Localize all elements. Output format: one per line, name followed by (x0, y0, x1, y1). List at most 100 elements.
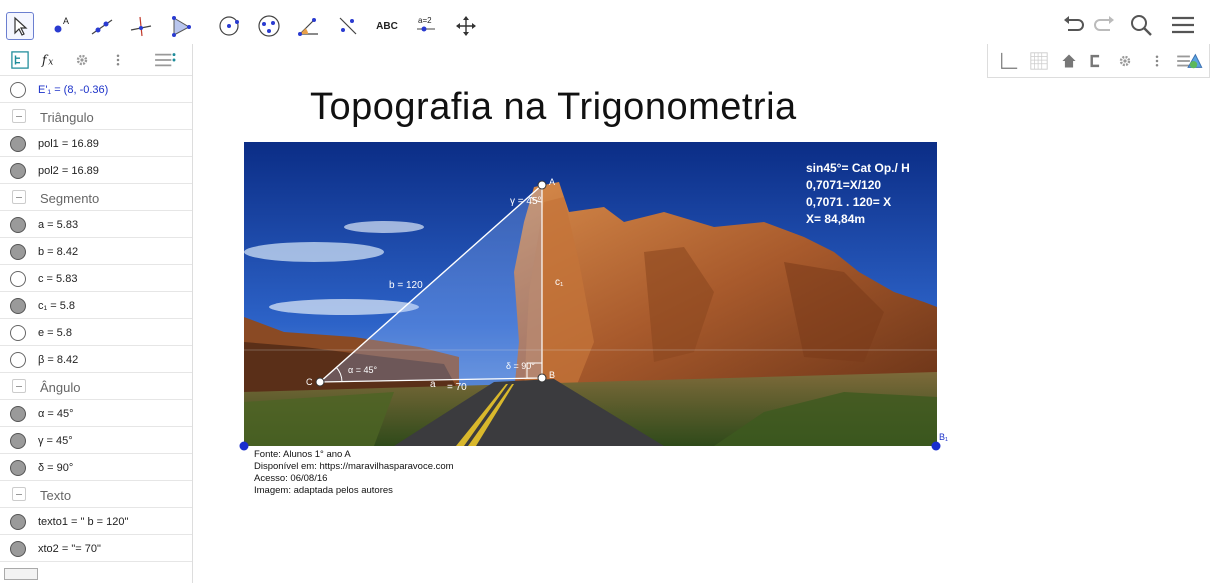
graphics-style-bar-toggle-icon[interactable] (1174, 50, 1204, 72)
home-icon[interactable] (1058, 50, 1080, 72)
visibility-toggle-icon[interactable] (10, 460, 26, 476)
visibility-toggle-icon[interactable] (10, 325, 26, 341)
corner-point-b1[interactable] (931, 441, 941, 451)
corner-point[interactable] (239, 441, 249, 451)
polygon-tool-icon[interactable] (167, 12, 195, 40)
algebra-item-value[interactable]: β = 8.42 (38, 354, 78, 366)
algebra-item[interactable]: xto2 = "= 70" (0, 535, 192, 562)
collapse-group-icon[interactable] (12, 379, 26, 393)
text-tool-icon[interactable]: ABC (372, 12, 402, 40)
algebra-view: fx E'₁ = (8, -0.36) Triângulo pol1 = 16.89… (0, 44, 193, 583)
algebra-item-value[interactable]: xto2 = "= 70" (38, 543, 101, 555)
visibility-toggle-icon[interactable] (10, 82, 26, 98)
visibility-toggle-icon[interactable] (10, 217, 26, 233)
algebra-item[interactable]: E'₁ = (8, -0.36) (0, 76, 192, 103)
point-tool-icon[interactable]: A (48, 12, 76, 40)
grid-toggle-icon[interactable] (1028, 50, 1050, 72)
side-a-length-label: = 70 (447, 382, 467, 393)
circle-center-point-tool-icon[interactable] (215, 12, 243, 40)
svg-text:x: x (48, 58, 53, 68)
angle-tool-icon[interactable] (295, 12, 323, 40)
algebra-item-value[interactable]: a = 5.83 (38, 219, 78, 231)
algebra-group-header[interactable]: Texto (0, 481, 192, 508)
algebra-item[interactable]: b = 8.42 (0, 238, 192, 265)
algebra-item-value[interactable]: α = 45° (38, 408, 74, 420)
algebra-item-value[interactable]: e = 5.8 (38, 327, 72, 339)
algebra-item[interactable]: a = 5.83 (0, 211, 192, 238)
ellipse-tool-icon[interactable] (255, 12, 283, 40)
visibility-toggle-icon[interactable] (10, 514, 26, 530)
graphics-view[interactable]: Topografia na Trigonometria A B C γ = 45… (194, 44, 1214, 583)
algebra-item[interactable]: e = 5.8 (0, 319, 192, 346)
keyboard-icon[interactable] (4, 568, 38, 580)
visibility-toggle-icon[interactable] (10, 298, 26, 314)
algebra-item-value[interactable]: E'₁ = (8, -0.36) (38, 84, 108, 96)
visibility-toggle-icon[interactable] (10, 271, 26, 287)
collapse-group-icon[interactable] (12, 487, 26, 501)
visibility-toggle-icon[interactable] (10, 163, 26, 179)
algebra-item[interactable]: pol2 = 16.89 (0, 157, 192, 184)
search-icon[interactable] (1126, 10, 1156, 40)
undo-icon[interactable] (1058, 10, 1088, 40)
side-c1-label: c₁ (555, 277, 564, 288)
algebra-group-label: Ângulo (40, 380, 81, 395)
algebra-item[interactable]: c₁ = 5.8 (0, 292, 192, 319)
visibility-toggle-icon[interactable] (10, 244, 26, 260)
algebra-item-value[interactable]: texto1 = " b = 120" (38, 516, 128, 528)
formula-line-3: 0,7071 . 120= X (806, 195, 891, 209)
graphics-settings-icon[interactable] (1114, 50, 1136, 72)
visibility-toggle-icon[interactable] (10, 541, 26, 557)
algebra-item-value[interactable]: pol2 = 16.89 (38, 165, 99, 177)
algebra-item[interactable]: α = 45° (0, 400, 192, 427)
algebra-style-bar-icon[interactable] (152, 50, 178, 70)
point-capturing-icon[interactable] (1084, 50, 1106, 72)
redo-icon[interactable] (1090, 10, 1120, 40)
algebra-item[interactable]: γ = 45° (0, 427, 192, 454)
geogebra-app: A ABC a=2 f x E'₁ = (8, -0.36) Triângulo… (0, 0, 1214, 583)
visibility-toggle-icon[interactable] (10, 352, 26, 368)
algebra-group-header[interactable]: Ângulo (0, 373, 192, 400)
point-b1-label: B₁ (939, 432, 949, 442)
algebra-item-value[interactable]: c₁ = 5.8 (38, 300, 75, 312)
caption-line: Fonte: Alunos 1° ano A (254, 449, 351, 460)
move-tool-icon[interactable] (6, 12, 34, 40)
algebra-group-label: Texto (40, 488, 72, 503)
algebra-item-value[interactable]: γ = 45° (38, 435, 73, 447)
reflect-tool-icon[interactable] (334, 12, 362, 40)
algebra-item[interactable]: c = 5.83 (0, 265, 192, 292)
algebra-item-value[interactable]: b = 8.42 (38, 246, 78, 258)
algebra-group-header[interactable]: Segmento (0, 184, 192, 211)
collapse-group-icon[interactable] (12, 190, 26, 204)
move-graphics-view-tool-icon[interactable] (452, 12, 480, 40)
perpendicular-line-tool-icon[interactable] (127, 12, 155, 40)
vertex-b-label: B (549, 370, 555, 380)
algebra-group-label: Segmento (40, 191, 100, 206)
page-title: Topografia na Trigonometria (310, 86, 797, 128)
visibility-toggle-icon[interactable] (10, 136, 26, 152)
algebra-item-value[interactable]: δ = 90° (38, 462, 73, 474)
input-function-icon[interactable]: fx (40, 50, 60, 70)
algebra-item[interactable]: δ = 90° (0, 454, 192, 481)
line-tool-icon[interactable] (88, 12, 116, 40)
axes-toggle-icon[interactable] (998, 50, 1020, 72)
algebra-item[interactable]: texto1 = " b = 120" (0, 508, 192, 535)
svg-text:a=2: a=2 (418, 16, 432, 25)
settings-gear-icon[interactable] (72, 50, 92, 70)
slider-tool-icon[interactable]: a=2 (412, 12, 440, 40)
caption-line: Acesso: 06/08/16 (254, 473, 328, 484)
algebra-group-header[interactable]: Triângulo (0, 103, 192, 130)
sort-tree-icon[interactable] (10, 50, 30, 70)
menu-icon[interactable] (1168, 10, 1198, 40)
algebra-item[interactable]: β = 8.42 (0, 346, 192, 373)
more-vertical-icon[interactable] (108, 50, 128, 70)
algebra-item-value[interactable]: c = 5.83 (38, 273, 77, 285)
visibility-toggle-icon[interactable] (10, 433, 26, 449)
algebra-item-value[interactable]: pol1 = 16.89 (38, 138, 99, 150)
gamma-angle-label: γ = 45° (510, 196, 542, 207)
collapse-group-icon[interactable] (12, 109, 26, 123)
main-toolbar: A ABC a=2 (0, 0, 1214, 44)
svg-text:A: A (63, 16, 69, 26)
visibility-toggle-icon[interactable] (10, 406, 26, 422)
algebra-item[interactable]: pol1 = 16.89 (0, 130, 192, 157)
more-vertical-icon[interactable] (1146, 50, 1168, 72)
